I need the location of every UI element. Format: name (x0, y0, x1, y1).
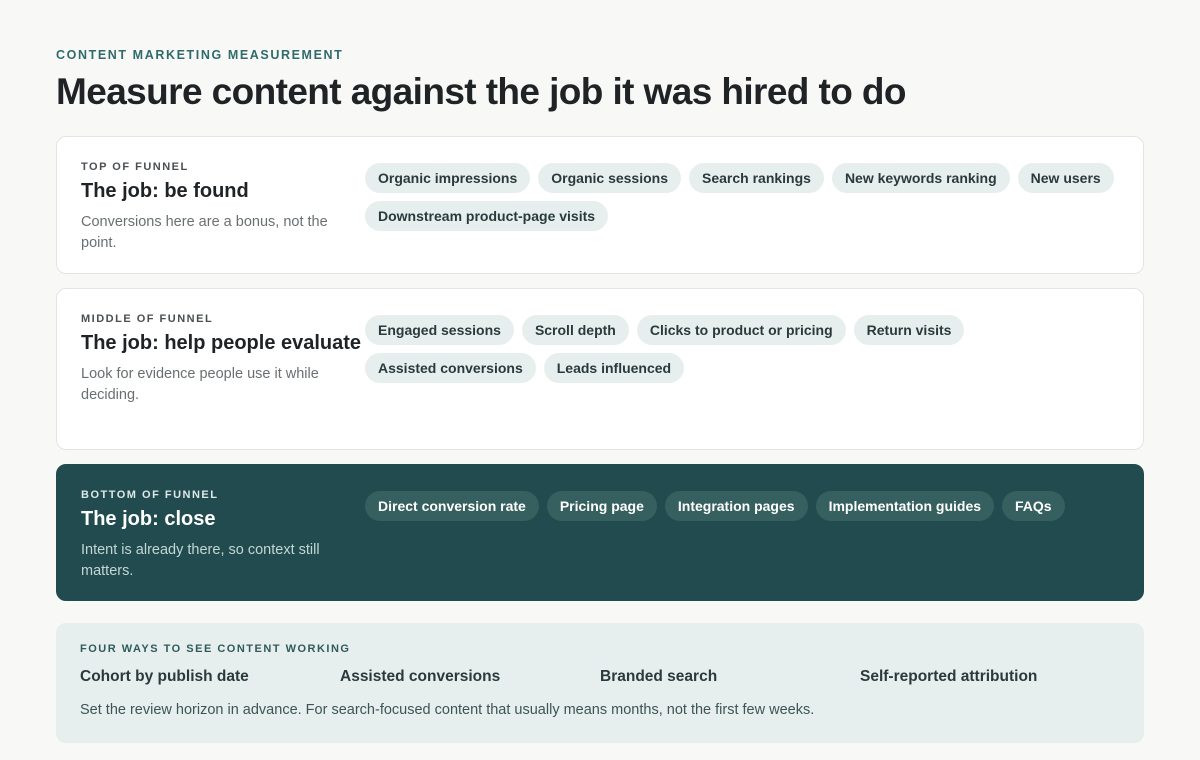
metric-chip-list: Organic impressions Organic sessions Sea… (365, 163, 1119, 273)
metric-chip: Clicks to product or pricing (636, 315, 846, 345)
metric-chip: New keywords ranking (831, 163, 1010, 193)
ways-list: Cohort by publish date Assisted conversi… (80, 668, 1120, 686)
metric-chip: Downstream product-page visits (365, 201, 609, 231)
metric-chip: FAQs (1002, 491, 1065, 521)
stage-description: Look for evidence people use it while de… (81, 366, 319, 403)
stage-info: MIDDLE OF FUNNEL The job: help people ev… (81, 313, 365, 449)
metric-chip: Organic impressions (365, 163, 531, 193)
metric-chip-list: Direct conversion rate Pricing page Inte… (365, 491, 1065, 600)
metric-chip: Direct conversion rate (365, 491, 539, 521)
stage-card-middle-of-funnel: MIDDLE OF FUNNEL The job: help people ev… (56, 288, 1144, 450)
stage-description: Intent is already there, so context stil… (81, 542, 320, 579)
metric-chip: Organic sessions (538, 163, 681, 193)
metric-chip: Scroll depth (521, 315, 629, 345)
metric-chip: Return visits (853, 315, 965, 345)
way-item: Assisted conversions (340, 668, 501, 685)
metric-chip: Search rankings (689, 163, 824, 193)
metric-chip-list: Engaged sessions Scroll depth Clicks to … (365, 315, 1119, 449)
metric-chip: Pricing page (546, 491, 657, 521)
way-item: Cohort by publish date (80, 668, 249, 685)
ways-panel: FOUR WAYS TO SEE CONTENT WORKING Cohort … (56, 623, 1144, 743)
stage-description: Conversions here are a bonus, not the po… (81, 214, 328, 251)
stage-card-bottom-of-funnel: BOTTOM OF FUNNEL The job: close Intent i… (56, 464, 1144, 601)
page-title: Measure content against the job it was h… (56, 71, 906, 112)
stage-info: BOTTOM OF FUNNEL The job: close Intent i… (81, 489, 365, 600)
stage-kicker: BOTTOM OF FUNNEL (81, 489, 219, 501)
stage-kicker: TOP OF FUNNEL (81, 161, 189, 173)
metric-chip: Implementation guides (815, 491, 995, 521)
metric-chip: Leads influenced (543, 353, 685, 383)
metric-chip: New users (1017, 163, 1114, 193)
way-item: Branded search (600, 668, 718, 685)
stage-card-top-of-funnel: TOP OF FUNNEL The job: be found Conversi… (56, 136, 1144, 274)
stage-info: TOP OF FUNNEL The job: be found Conversi… (81, 161, 365, 273)
metric-chip: Assisted conversions (365, 353, 536, 383)
stage-kicker: MIDDLE OF FUNNEL (81, 313, 214, 325)
ways-note: Set the review horizon in advance. For s… (80, 702, 815, 718)
way-item: Self-reported attribution (860, 668, 1038, 685)
metric-chip: Engaged sessions (365, 315, 514, 345)
stage-title: The job: help people evaluate (81, 332, 362, 354)
stage-title: The job: close (81, 508, 216, 530)
page: CONTENT MARKETING MEASUREMENT Measure co… (0, 0, 1200, 760)
metric-chip: Integration pages (664, 491, 808, 521)
stage-title: The job: be found (81, 180, 249, 202)
page-eyebrow: CONTENT MARKETING MEASUREMENT (56, 48, 344, 62)
ways-kicker: FOUR WAYS TO SEE CONTENT WORKING (80, 643, 351, 655)
